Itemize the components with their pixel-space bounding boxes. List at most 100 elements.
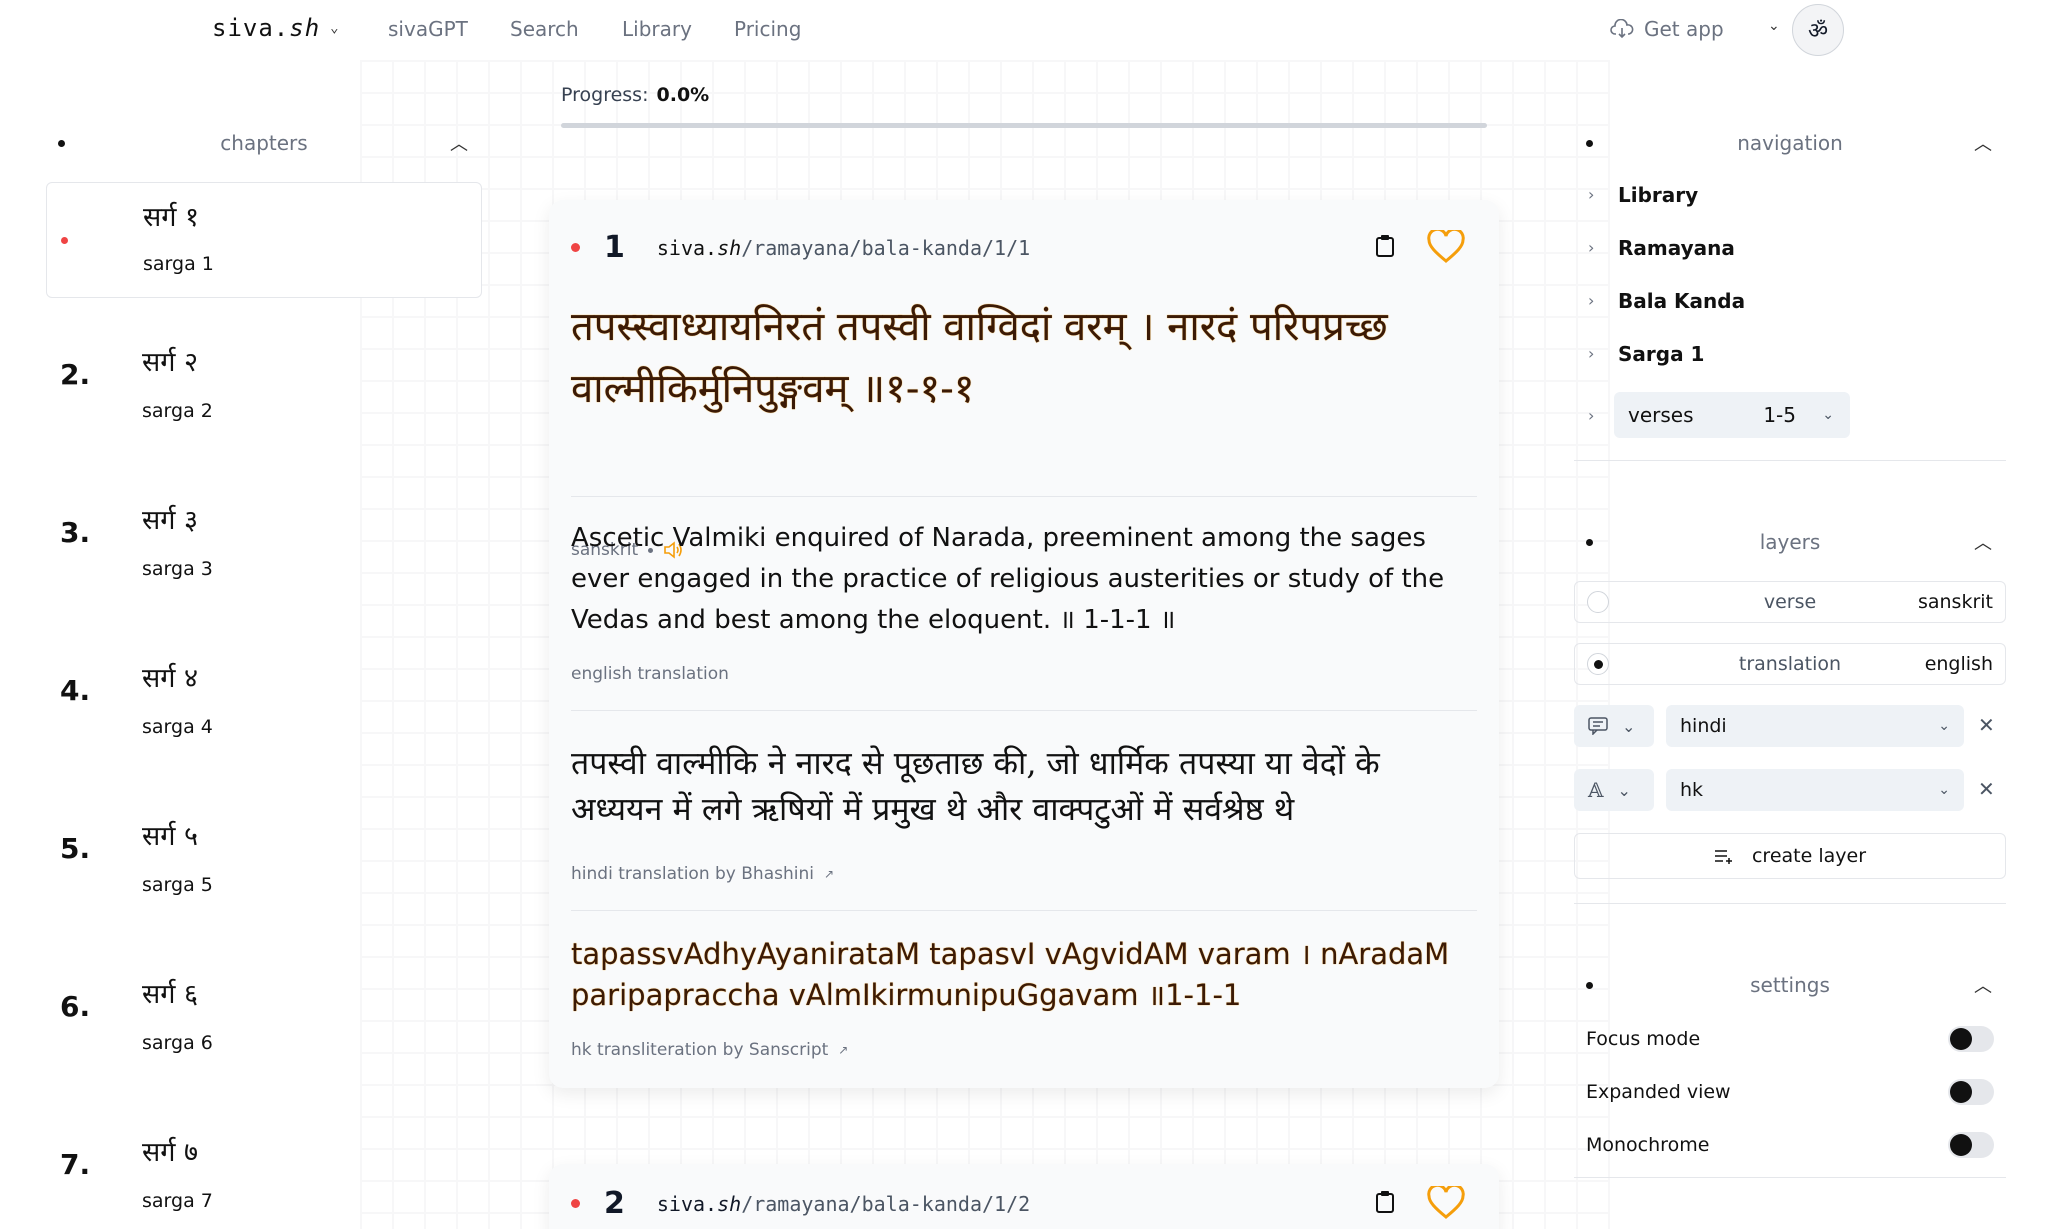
om-menu-button[interactable]: ॐ	[1792, 4, 1844, 56]
verse-permalink[interactable]: siva.sh/ramayana/bala-kanda/1/1	[657, 236, 1030, 260]
om-icon: ॐ	[1807, 19, 1829, 44]
focus-mode-toggle[interactable]	[1948, 1025, 1994, 1052]
external-link-icon: ↗	[838, 1043, 849, 1057]
chapter-number: 3.	[60, 516, 91, 549]
navigation-heading: navigation	[1737, 131, 1843, 155]
divider	[571, 910, 1477, 911]
script-icon: 𝔸	[1588, 778, 1604, 802]
nav-crumb-ramayana[interactable]: › Ramayana	[1574, 221, 2006, 274]
chapter-devanagari: सर्ग ४	[142, 663, 199, 694]
active-indicator	[571, 1199, 580, 1208]
cloud-download-icon	[1610, 19, 1634, 39]
english-translation: Ascetic Valmiki enquired of Narada, pree…	[571, 523, 1445, 635]
chevron-down-icon: ⌄	[1617, 780, 1631, 800]
clipboard-icon[interactable]	[1375, 1190, 1395, 1214]
message-icon	[1588, 717, 1608, 735]
external-link-icon: ↗	[823, 867, 835, 881]
chapter-number: 5.	[60, 832, 91, 865]
chevron-up-icon[interactable]: ︿	[1974, 529, 1992, 555]
chevron-right-icon: ›	[1588, 291, 1595, 310]
chapter-number: 7.	[60, 1148, 91, 1181]
progress-readout: Progress: 0.0%	[561, 84, 709, 106]
hk-transliteration: tapassvAdhyAyaniratаM tapasvI vAgvidAM v…	[571, 937, 1450, 1012]
layer-select-row: ⌄ hindi ⌄ ✕	[1574, 705, 2006, 747]
nav-link-sivagpt[interactable]: sivaGPT	[388, 17, 468, 41]
verse-number: 2	[604, 1186, 625, 1221]
verse-number: 1	[604, 230, 625, 265]
chevron-down-icon: ⌄	[1822, 407, 1834, 423]
monochrome-toggle[interactable]	[1948, 1131, 1994, 1158]
chapter-item[interactable]: 5. सर्ग ५ sarga 5	[46, 772, 482, 930]
chapter-latin: sarga 3	[142, 558, 213, 580]
close-icon[interactable]: ✕	[1978, 777, 1995, 801]
chapter-item[interactable]: 3. सर्ग ३ sarga 3	[46, 456, 482, 614]
verse-card: 1 siva.sh/ramayana/bala-kanda/1/1 तपस्स्…	[549, 200, 1499, 1088]
expanded-view-toggle[interactable]	[1948, 1078, 1994, 1105]
english-label: english translation	[571, 664, 729, 684]
layer-row-translation[interactable]: translation english	[1574, 643, 2006, 685]
setting-focus-mode: Focus mode	[1574, 1012, 2006, 1065]
chapter-latin: sarga 7	[142, 1190, 213, 1212]
setting-expanded-view: Expanded view	[1574, 1065, 2006, 1118]
nav-crumb-bala-kanda[interactable]: › Bala Kanda	[1574, 274, 2006, 327]
heart-icon[interactable]	[1427, 1186, 1465, 1220]
chevron-right-icon: ›	[1588, 185, 1595, 204]
chevron-down-icon: ⌄	[330, 20, 340, 36]
divider	[1574, 1177, 2006, 1178]
verses-select[interactable]: verses 1-5 ⌄	[1614, 392, 1850, 438]
chevron-right-icon: ›	[1588, 238, 1595, 257]
chevron-down-icon: ⌄	[1938, 782, 1950, 798]
bullet-icon	[1586, 140, 1593, 147]
layers-header[interactable]: layers ︿	[1574, 517, 2006, 567]
chapter-item[interactable]: 7. सर्ग ७ sarga 7	[46, 1088, 482, 1212]
chevron-right-icon: ›	[1588, 405, 1595, 425]
chapter-item[interactable]: 6. सर्ग ६ sarga 6	[46, 930, 482, 1088]
chapter-latin: sarga 1	[143, 253, 214, 275]
verse-card: 2 siva.sh/ramayana/bala-kanda/1/2	[549, 1164, 1499, 1229]
list-plus-icon	[1714, 850, 1732, 864]
nav-link-pricing[interactable]: Pricing	[734, 17, 801, 41]
hindi-label-row[interactable]: hindi translation by Bhashini ↗	[571, 864, 834, 884]
nav-link-search[interactable]: Search	[510, 17, 579, 41]
chapter-item[interactable]: सर्ग १ sarga 1	[46, 182, 482, 298]
brand-logo[interactable]: siva.sh ⌄	[212, 14, 340, 42]
chevron-up-icon[interactable]: ︿	[1974, 130, 1992, 156]
chapter-number: 2.	[60, 358, 91, 391]
nav-link-library[interactable]: Library	[622, 17, 692, 41]
chapter-devanagari: सर्ग ५	[142, 821, 199, 852]
chapters-sidebar: chapters ︿ सर्ग १ sarga 1 2. सर्ग २ sarg…	[46, 118, 482, 1212]
chapter-latin: sarga 6	[142, 1032, 213, 1054]
english-label-row: english translation	[571, 664, 729, 684]
close-icon[interactable]: ✕	[1978, 713, 1995, 737]
chevron-up-icon[interactable]: ︿	[450, 130, 468, 156]
layer-script-select[interactable]: hk ⌄	[1666, 769, 1964, 811]
navigation-header[interactable]: navigation ︿	[1574, 118, 2006, 168]
hindi-translation: तपस्वी वाल्मीकि ने नारद से पूछताछ की, जो…	[571, 744, 1380, 828]
heart-icon[interactable]	[1427, 230, 1465, 264]
layer-language-select[interactable]: hindi ⌄	[1666, 705, 1964, 747]
hk-label-row[interactable]: hk transliteration by Sanscript ↗	[571, 1040, 848, 1060]
settings-header[interactable]: settings ︿	[1574, 960, 2006, 1010]
chevron-down-icon: ⌄	[1622, 716, 1636, 736]
layer-type-select[interactable]: 𝔸 ⌄	[1574, 769, 1654, 811]
layer-row-verse[interactable]: verse sanskrit	[1574, 581, 2006, 623]
settings-heading: settings	[1750, 973, 1830, 997]
chapter-devanagari: सर्ग ३	[142, 505, 199, 536]
chapter-item[interactable]: 2. सर्ग २ sarga 2	[46, 298, 482, 456]
chapter-devanagari: सर्ग ६	[142, 979, 199, 1010]
hk-label: hk transliteration by Sanscript	[571, 1040, 829, 1060]
chapters-header[interactable]: chapters ︿	[46, 118, 482, 168]
create-layer-button[interactable]: create layer	[1574, 833, 2006, 879]
clipboard-icon[interactable]	[1375, 234, 1395, 258]
layer-type-select[interactable]: ⌄	[1574, 705, 1654, 747]
get-app-button[interactable]: Get app	[1610, 17, 1724, 41]
nav-crumb-sarga-1[interactable]: › Sarga 1	[1574, 327, 2006, 380]
chevron-down-icon[interactable]: ⌄	[1768, 18, 1780, 34]
chevron-up-icon[interactable]: ︿	[1974, 972, 1992, 998]
bullet-icon	[58, 140, 65, 147]
chapter-item[interactable]: 4. सर्ग ४ sarga 4	[46, 614, 482, 772]
sanskrit-verse: तपस्स्वाध्यायनिरतं तपस्वी वाग्विदां वरम्…	[571, 304, 1388, 412]
nav-crumb-library[interactable]: › Library	[1574, 168, 2006, 221]
verse-permalink[interactable]: siva.sh/ramayana/bala-kanda/1/2	[657, 1192, 1030, 1216]
chapter-devanagari: सर्ग २	[142, 347, 199, 378]
